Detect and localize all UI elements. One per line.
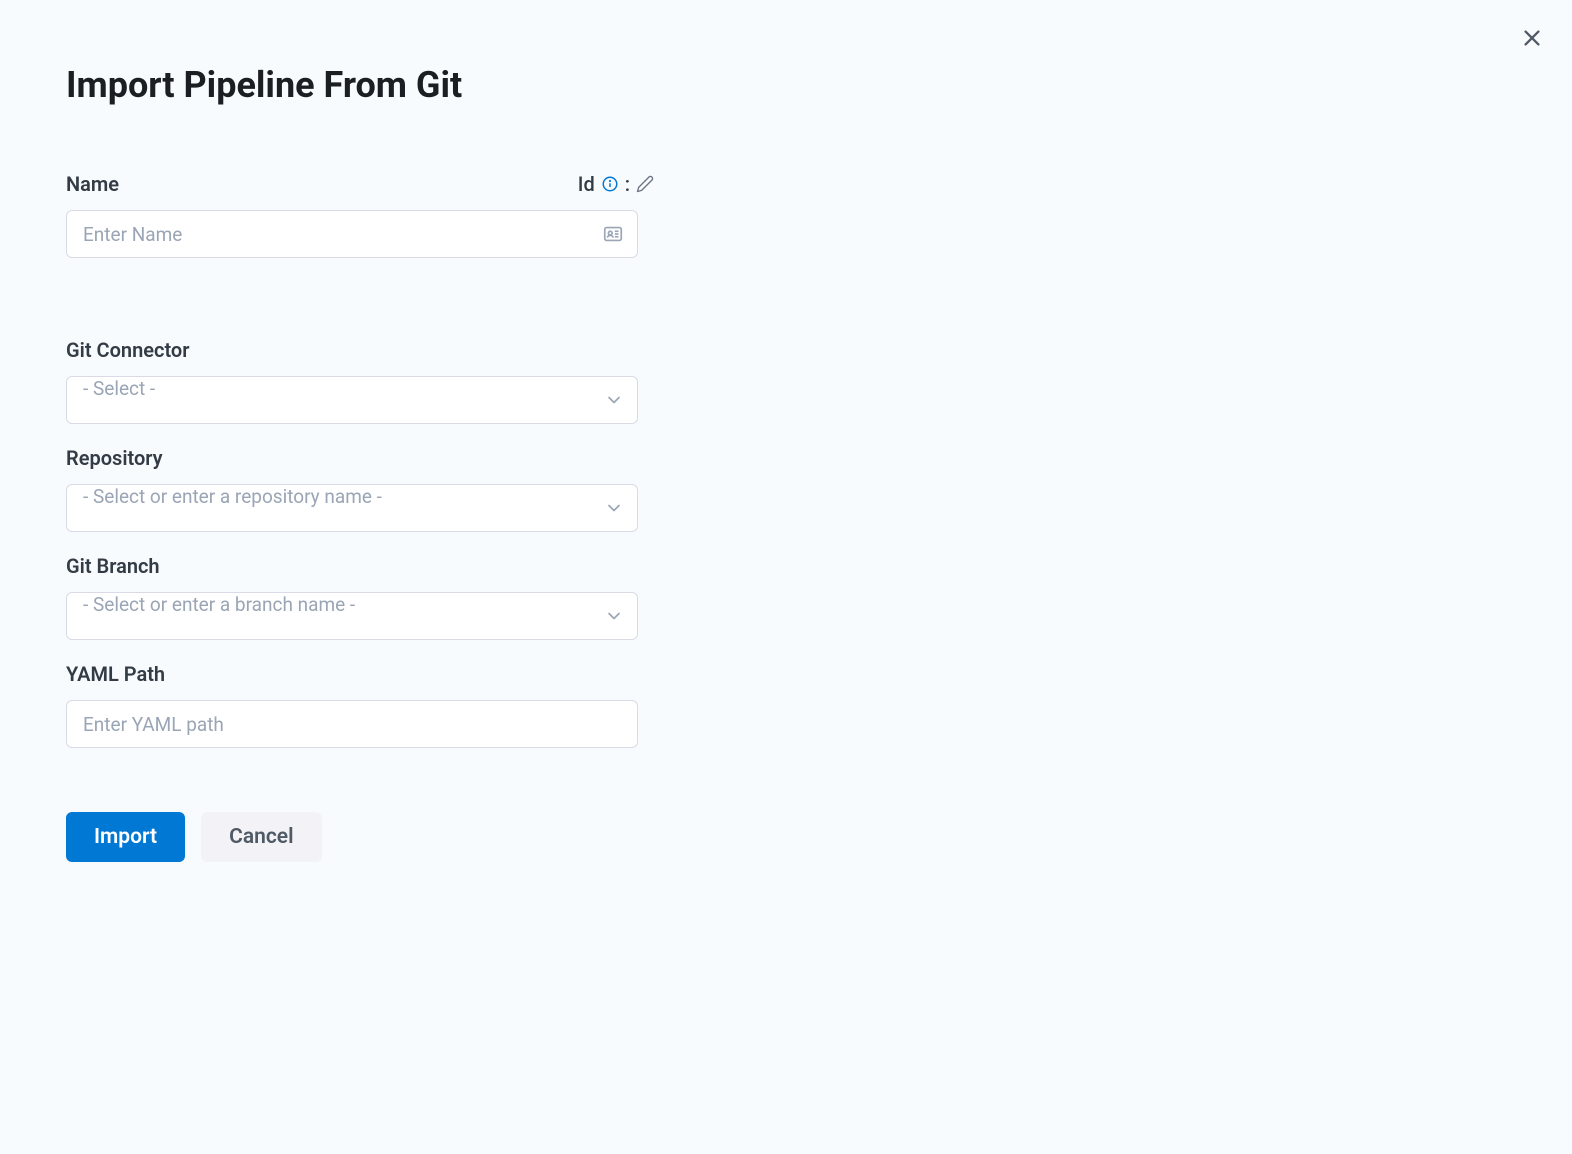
info-icon[interactable] (601, 175, 619, 193)
repository-field-group: Repository - Select or enter a repositor… (66, 446, 654, 532)
dialog-container: Import Pipeline From Git Name Id : (0, 0, 720, 926)
repository-label: Repository (66, 446, 163, 470)
git-branch-select[interactable]: - Select or enter a branch name - (66, 592, 638, 640)
git-branch-label: Git Branch (66, 554, 160, 578)
git-connector-select[interactable]: - Select - (66, 376, 638, 424)
id-colon: : (625, 172, 630, 196)
repository-input-wrapper: - Select or enter a repository name - (66, 484, 638, 532)
git-connector-label: Git Connector (66, 338, 189, 362)
name-input[interactable] (66, 210, 638, 258)
close-button[interactable] (1514, 22, 1550, 58)
yaml-path-input[interactable] (66, 700, 638, 748)
name-input-wrapper (66, 210, 638, 258)
id-label: Id (578, 172, 595, 196)
yaml-path-input-wrapper (66, 700, 638, 748)
yaml-path-field-group: YAML Path (66, 662, 654, 748)
git-branch-field-group: Git Branch - Select or enter a branch na… (66, 554, 654, 640)
page-title: Import Pipeline From Git (66, 64, 654, 106)
git-branch-input-wrapper: - Select or enter a branch name - (66, 592, 638, 640)
button-row: Import Cancel (66, 812, 654, 862)
cancel-button[interactable]: Cancel (201, 812, 321, 862)
repository-label-row: Repository (66, 446, 654, 470)
close-icon (1521, 27, 1543, 53)
git-branch-label-row: Git Branch (66, 554, 654, 578)
pencil-icon[interactable] (636, 175, 654, 193)
git-connector-input-wrapper: - Select - (66, 376, 638, 424)
id-group: Id : (578, 172, 654, 196)
import-button[interactable]: Import (66, 812, 185, 862)
repository-select[interactable]: - Select or enter a repository name - (66, 484, 638, 532)
yaml-path-label: YAML Path (66, 662, 165, 686)
git-connector-field-group: Git Connector - Select - (66, 338, 654, 424)
name-field-group: Name Id : (66, 172, 654, 258)
name-label: Name (66, 172, 119, 196)
yaml-path-label-row: YAML Path (66, 662, 654, 686)
git-connector-label-row: Git Connector (66, 338, 654, 362)
name-label-row: Name Id : (66, 172, 654, 196)
